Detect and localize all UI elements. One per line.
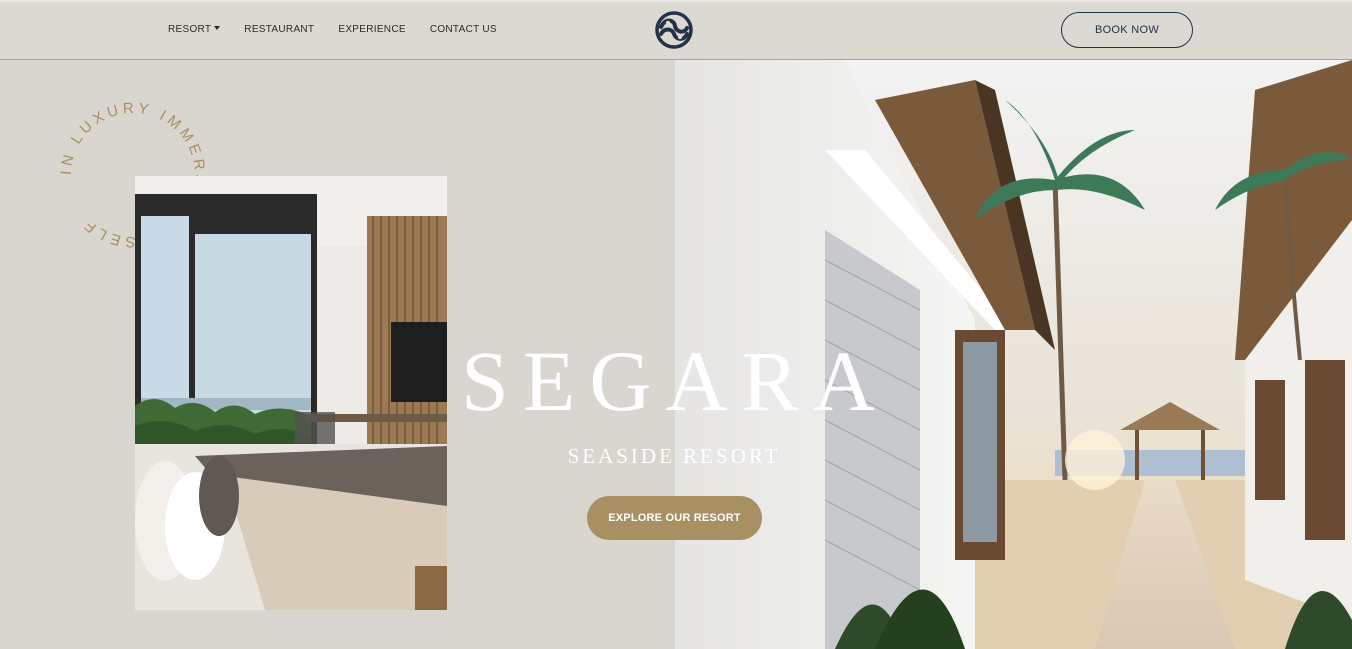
bedroom-image	[135, 176, 447, 610]
nav-item-label: RESORT	[168, 24, 212, 35]
nav-item-contact[interactable]: CONTACT US	[430, 24, 497, 35]
site-header: RESORT RESTAURANT EXPERIENCE CONTACT US …	[0, 0, 1352, 60]
nav-item-restaurant[interactable]: RESTAURANT	[244, 24, 314, 35]
nav-item-label: EXPERIENCE	[338, 24, 406, 35]
nav-item-resort[interactable]: RESORT	[168, 24, 221, 35]
hero-title: SEGARA	[460, 333, 890, 429]
nav-item-experience[interactable]: EXPERIENCE	[338, 24, 405, 35]
nav-item-label: CONTACT US	[429, 24, 497, 35]
caret-down-icon	[214, 26, 221, 30]
main-nav: RESORT RESTAURANT EXPERIENCE CONTACT US	[168, 24, 497, 35]
hero-subtitle: SEASIDE RESORT	[567, 444, 781, 468]
book-now-button[interactable]: BOOK NOW	[1061, 12, 1193, 48]
segara-logo-icon[interactable]	[654, 8, 694, 52]
explore-resort-button[interactable]: EXPLORE OUR RESORT	[587, 496, 762, 540]
nav-item-label: RESTAURANT	[244, 24, 315, 35]
